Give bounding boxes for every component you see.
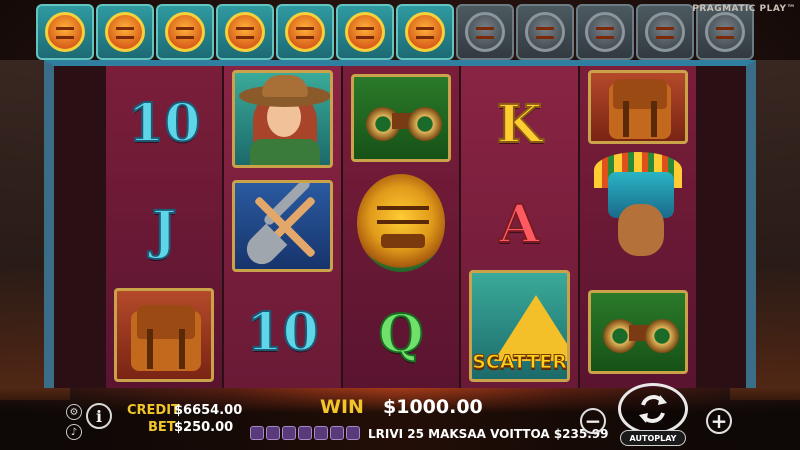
reel-2: 10 [224, 66, 341, 388]
mask-multiplier-active [336, 4, 394, 60]
symbol-j: J [151, 200, 178, 261]
symbol-10: 10 [245, 302, 319, 363]
reel-5 [579, 66, 697, 388]
line-win-text: LRIVI 25 MAKSAA VOITTOA $235.99 [368, 427, 609, 441]
win-label: WIN [320, 396, 364, 418]
mask-icon [330, 426, 344, 440]
mask-multiplier-active [276, 4, 334, 60]
mask-multiplier-active [156, 4, 214, 60]
mask-icon [225, 12, 265, 52]
mask-multiplier-active [96, 4, 154, 60]
mask-multiplier-inactive [516, 4, 574, 60]
reel-1: 10 J [106, 66, 223, 388]
mask-multiplier-inactive [636, 4, 694, 60]
sound-icon[interactable]: ♪ [66, 424, 82, 440]
symbol-k: K [496, 94, 543, 155]
mask-multiplier-active [216, 4, 274, 60]
mask-icon [250, 426, 264, 440]
credit-label: CREDIT [127, 403, 180, 418]
mask-icon [465, 12, 505, 52]
bet-value: $250.00 [174, 420, 234, 435]
mask-icon [45, 12, 85, 52]
mask-icon [705, 12, 745, 52]
symbol-q: Q [377, 304, 424, 365]
reel-4: K A SCATTER [461, 66, 578, 388]
mask-icon [525, 12, 565, 52]
mask-multiplier-inactive [456, 4, 514, 60]
bet-decrease-button[interactable]: − [580, 408, 606, 434]
settings-icon[interactable]: ⚙ [66, 404, 82, 420]
mask-icon [645, 12, 685, 52]
symbol-a: A [498, 194, 540, 255]
line-win-symbols [250, 426, 360, 440]
mask-icon [405, 12, 445, 52]
mask-icon [165, 12, 205, 52]
multiplier-mask-row [36, 4, 766, 60]
aztec-warrior-icon [588, 146, 688, 280]
bet-increase-button[interactable]: + [706, 408, 732, 434]
provider-logo: PRAGMATIC PLAY™ [692, 4, 796, 14]
mask-icon [345, 12, 385, 52]
mask-icon [298, 426, 312, 440]
spin-arrows-icon [639, 395, 667, 423]
reels-grid: 10 J 10 Q K A SCATTER [106, 66, 697, 388]
backpack-icon [114, 288, 215, 382]
scatter-pyramid-icon: SCATTER [469, 270, 570, 382]
info-button[interactable]: i [86, 403, 112, 429]
win-value: $1000.00 [383, 396, 483, 418]
mask-icon [105, 12, 145, 52]
mask-icon [266, 426, 280, 440]
backpack-icon [587, 70, 689, 144]
mask-multiplier-active [36, 4, 94, 60]
mask-icon [314, 426, 328, 440]
credit-value: $6654.00 [174, 403, 243, 418]
spin-button[interactable] [618, 383, 688, 435]
mask-icon [585, 12, 625, 52]
bet-label: BET [148, 420, 176, 435]
mask-icon [285, 12, 325, 52]
pickaxe-shovel-icon [232, 180, 333, 272]
binoculars-icon [350, 74, 452, 162]
mask-multiplier-inactive [576, 4, 634, 60]
explorer-woman-icon [232, 70, 333, 168]
scatter-label: SCATTER [472, 351, 568, 374]
mask-icon [346, 426, 360, 440]
binoculars-icon [587, 290, 689, 374]
mask-icon [282, 426, 296, 440]
mask-multiplier-active [396, 4, 454, 60]
symbol-10: 10 [127, 93, 201, 154]
autoplay-button[interactable]: AUTOPLAY [620, 430, 686, 446]
reel-3: Q [342, 66, 460, 388]
golden-mask-icon [351, 170, 451, 276]
